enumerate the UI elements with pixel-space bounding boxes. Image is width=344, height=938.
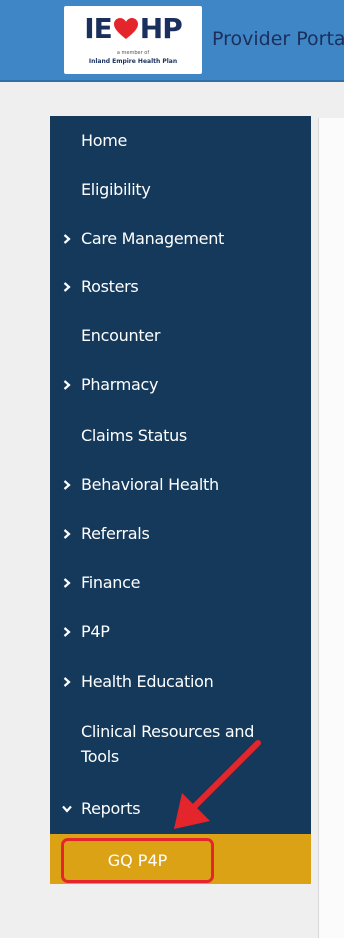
annotation-arrow-icon [174, 740, 261, 829]
chevron-right-icon [62, 470, 72, 500]
chevron-right-icon [62, 568, 72, 598]
chevron-right-icon [62, 667, 72, 697]
sidebar-item-pharmacy[interactable]: Pharmacy [50, 370, 311, 400]
sidebar-item-p4p[interactable]: P4P [50, 617, 311, 647]
sidebar-item-rosters[interactable]: Rosters [50, 272, 311, 302]
sidebar-item-label: Reports [81, 799, 141, 818]
sidebar-item-label: Rosters [81, 277, 139, 296]
sidebar-item-label: Finance [81, 573, 141, 592]
sidebar-item-label: Eligibility [81, 180, 151, 199]
sidebar-item-claims-status[interactable]: Claims Status [50, 421, 311, 451]
sidebar-item-label: Health Education [81, 672, 214, 691]
portal-title: Provider Portal [212, 28, 344, 50]
sidebar-item-label: Home [81, 131, 128, 150]
sidebar-item-label: Pharmacy [81, 375, 159, 394]
chevron-right-icon [62, 370, 72, 400]
chevron-down-icon [62, 794, 72, 824]
sidebar-nav: Home Eligibility Care Management Rosters… [50, 116, 311, 834]
logo-subtitle: Inland Empire Health Plan [88, 58, 178, 65]
chevron-right-icon [62, 272, 72, 302]
sidebar-item-eligibility[interactable]: Eligibility [50, 175, 311, 205]
sidebar-item-referrals[interactable]: Referrals [50, 519, 311, 549]
sidebar-item-label: Care Management [81, 229, 225, 248]
sidebar-item-label: Claims Status [81, 426, 187, 445]
sidebar-item-health-education[interactable]: Health Education [50, 667, 311, 697]
logo-tagline: a member of [116, 50, 150, 56]
sidebar-item-label: Encounter [81, 326, 161, 345]
sidebar-item-care-management[interactable]: Care Management [50, 224, 311, 254]
main-content-panel [318, 118, 344, 938]
sidebar-item-behavioral-health[interactable]: Behavioral Health [50, 470, 311, 500]
logo-text-right: HP [139, 12, 183, 45]
logo-wordmark: IE HP [70, 12, 196, 46]
chevron-right-icon [62, 519, 72, 549]
sidebar-subitem-gq-p4p[interactable]: GQ P4P [61, 838, 214, 883]
sidebar-item-label: Behavioral Health [81, 475, 219, 494]
sidebar-item-finance[interactable]: Finance [50, 568, 311, 598]
sidebar-item-label: P4P [81, 622, 110, 641]
logo-text-left: IE [84, 12, 113, 45]
iehp-logo[interactable]: IE HP a member of Inland Empire Health P… [64, 6, 202, 74]
portal-header: IE HP a member of Inland Empire Health P… [0, 0, 344, 82]
sidebar-item-home[interactable]: Home [50, 126, 311, 156]
heart-icon [113, 18, 138, 39]
sidebar-item-label: Referrals [81, 524, 150, 543]
chevron-right-icon [62, 617, 72, 647]
sidebar-item-encounter[interactable]: Encounter [50, 321, 311, 351]
chevron-right-icon [62, 224, 72, 254]
